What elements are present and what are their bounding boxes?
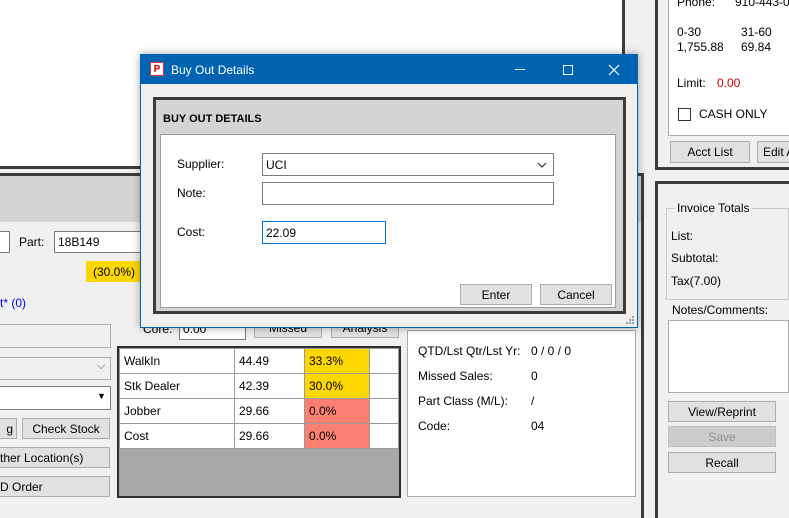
buy-out-dialog: P Buy Out Details BUY OUT DETAILS Suppli… xyxy=(140,54,638,328)
close-icon xyxy=(608,64,620,75)
price-value: 29.66 xyxy=(234,423,305,449)
resize-grip-icon[interactable] xyxy=(625,315,635,325)
tax-label: Tax(7.00) xyxy=(671,274,722,288)
save-button[interactable]: Save xyxy=(668,426,776,447)
other-locations-button[interactable]: ther Location(s) xyxy=(0,447,110,468)
edit-account-button[interactable]: Edit A xyxy=(757,141,789,163)
price-value: 29.66 xyxy=(234,398,305,424)
price-row[interactable]: Stk Dealer 42.39 30.0% xyxy=(119,373,399,399)
invoice-totals-title: Invoice Totals xyxy=(675,201,752,215)
supplier-select[interactable]: UCI xyxy=(262,153,554,176)
phone-label: Phone: xyxy=(677,0,716,9)
margin-percent: 0.0% xyxy=(304,423,370,449)
part-number-value: 18B149 xyxy=(58,235,100,249)
aging-header-0-30: 0-30 xyxy=(677,25,702,39)
price-table: WalkIn 44.49 33.3% Stk Dealer 42.39 30.0% Jobb… xyxy=(119,348,399,449)
minimize-button[interactable] xyxy=(497,55,543,84)
code-value: 04 xyxy=(531,419,545,433)
close-button[interactable] xyxy=(591,55,637,84)
aging-header-31-60: 31-60 xyxy=(741,25,772,39)
missed-sales-value: 0 xyxy=(531,369,538,383)
enter-button[interactable]: Enter xyxy=(460,284,532,305)
part-number-input[interactable]: 18B149 xyxy=(54,231,154,253)
margin-percent: 30.0% xyxy=(304,373,370,399)
g-button[interactable]: g xyxy=(0,418,17,439)
cash-only-checkbox[interactable] xyxy=(678,108,691,121)
check-stock-button[interactable]: Check Stock xyxy=(22,418,110,439)
note-label: Note: xyxy=(177,186,206,200)
supplier-label: Supplier: xyxy=(177,157,225,171)
price-row[interactable]: WalkIn 44.49 33.3% xyxy=(119,348,399,374)
price-level-name: Cost xyxy=(119,423,235,449)
price-row[interactable]: Cost 29.66 0.0% xyxy=(119,423,399,449)
margin-percent: 0.0% xyxy=(304,398,370,424)
left-select-1[interactable] xyxy=(0,357,111,380)
price-level-name: Jobber xyxy=(119,398,235,424)
recall-button[interactable]: Recall xyxy=(668,452,776,473)
aging-value-0-30: 1,755.88 xyxy=(677,40,724,54)
limit-value: 0.00 xyxy=(717,76,741,90)
cost-input[interactable]: 22.09 xyxy=(262,221,386,244)
supplier-value: UCI xyxy=(266,157,287,172)
part-class-value: / xyxy=(531,394,535,408)
limit-label: Limit: xyxy=(677,76,706,90)
notes-comments-textarea[interactable] xyxy=(668,320,789,393)
caret-down-icon: ▼ xyxy=(97,391,106,401)
list-label: List: xyxy=(671,229,694,243)
missed-sales-label: Missed Sales: xyxy=(418,369,493,383)
notes-comments-label: Notes/Comments: xyxy=(672,303,769,317)
qtd-label: QTD/Lst Qtr/Lst Yr: xyxy=(418,344,521,358)
price-row-spacer xyxy=(369,373,399,399)
price-level-name: Stk Dealer xyxy=(119,373,235,399)
chevron-down-icon xyxy=(537,162,547,168)
acct-list-button[interactable]: Acct List xyxy=(670,141,750,163)
margin-percent: 33.3% xyxy=(304,348,370,374)
minimize-icon xyxy=(515,69,525,70)
phone-value: 910-443-0 xyxy=(735,0,789,9)
margin-badge-text: (30.0%) xyxy=(92,264,136,279)
app-icon-letter: P xyxy=(153,63,161,75)
qtd-value: 0 / 0 / 0 xyxy=(531,344,572,358)
view-reprint-button[interactable]: View/Reprint xyxy=(668,401,776,422)
details-link[interactable]: t* (0) xyxy=(0,296,26,310)
margin-badge: (30.0%) xyxy=(86,261,142,282)
maximize-icon xyxy=(563,64,573,75)
price-value: 44.49 xyxy=(234,348,305,374)
price-row-spacer xyxy=(369,423,399,449)
cost-label: Cost: xyxy=(177,225,206,239)
cash-only-label: CASH ONLY xyxy=(699,107,768,121)
d-order-button[interactable]: D Order xyxy=(0,476,110,497)
price-row-spacer xyxy=(369,348,399,374)
left-field-1[interactable] xyxy=(0,324,111,348)
price-row-spacer xyxy=(369,398,399,424)
price-row[interactable]: Jobber 29.66 0.0% xyxy=(119,398,399,424)
part-label: Part: xyxy=(19,235,45,249)
app-icon: P xyxy=(150,62,164,76)
subtotal-label: Subtotal: xyxy=(671,251,719,265)
aging-value-31-60: 69.84 xyxy=(741,40,772,54)
cancel-button[interactable]: Cancel xyxy=(540,284,612,305)
code-label: Code: xyxy=(418,419,451,433)
cost-value: 22.09 xyxy=(266,225,297,240)
price-level-name: WalkIn xyxy=(119,348,235,374)
part-type-select[interactable] xyxy=(0,231,10,253)
part-class-label: Part Class (M/L): xyxy=(418,394,509,408)
price-value: 42.39 xyxy=(234,373,305,399)
dialog-title: Buy Out Details xyxy=(171,63,255,77)
maximize-button[interactable] xyxy=(545,55,591,84)
note-input[interactable] xyxy=(262,182,554,205)
chevron-down-icon: ⌵ xyxy=(97,360,106,372)
dialog-section-header: BUY OUT DETAILS xyxy=(163,113,262,125)
left-select-2[interactable] xyxy=(0,386,111,410)
